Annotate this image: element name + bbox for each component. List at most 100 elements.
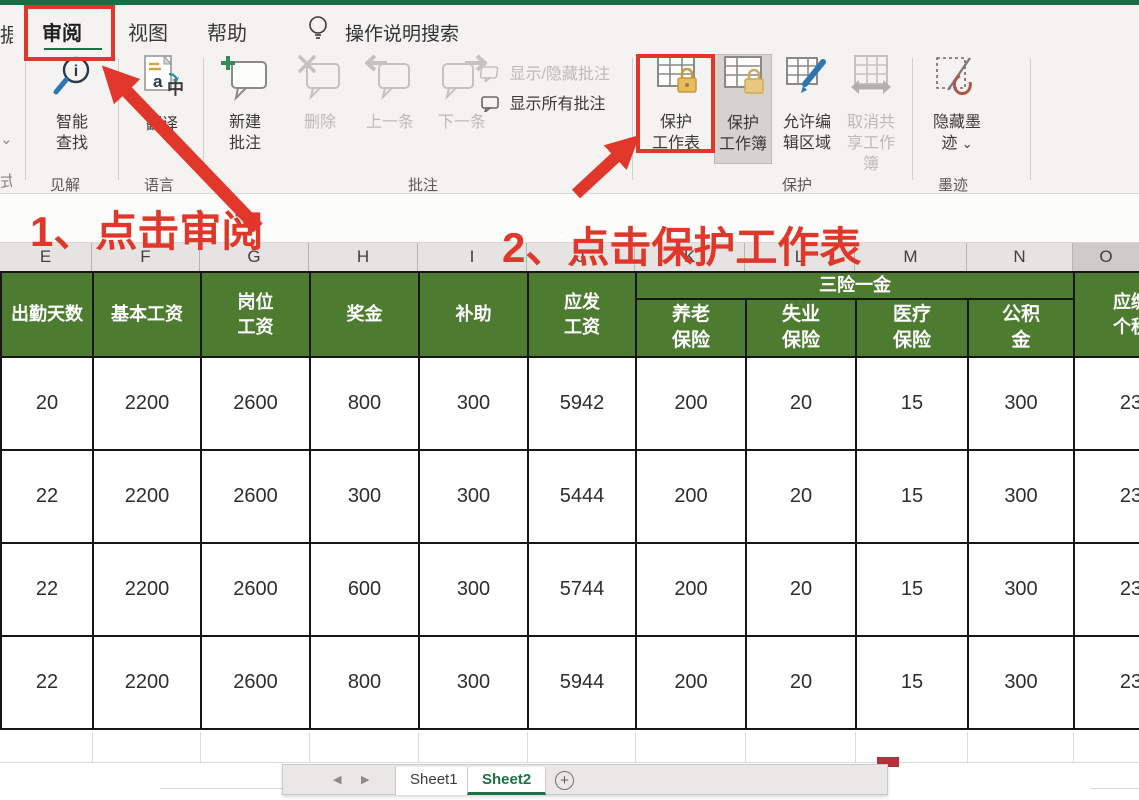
sheet-tab-sheet1[interactable]: Sheet1 bbox=[395, 767, 473, 795]
cell[interactable]: 22 bbox=[1, 450, 93, 543]
cell[interactable]: 2200 bbox=[93, 543, 201, 636]
cell[interactable]: 20 bbox=[746, 357, 856, 450]
header-income-tax[interactable]: 应缴个税 bbox=[1074, 272, 1139, 357]
header-position-salary[interactable]: 岗位工资 bbox=[201, 272, 310, 357]
cell[interactable]: 15 bbox=[856, 357, 968, 450]
cell[interactable]: 5942 bbox=[528, 357, 636, 450]
column-header-M[interactable]: M bbox=[855, 243, 967, 271]
cell[interactable]: 2600 bbox=[201, 450, 310, 543]
sheet-nav-right-icon[interactable]: ▶ bbox=[361, 773, 369, 786]
hide-ink-button[interactable]: 隐藏墨 迹 ⌄ bbox=[922, 54, 992, 154]
cell[interactable]: 300 bbox=[968, 543, 1074, 636]
table-row: 22 2200 2600 300 300 5444 200 20 15 300 … bbox=[1, 450, 1139, 543]
protect-workbook-button[interactable]: 保护 工作簿 bbox=[714, 54, 772, 164]
show-all-comments-button[interactable]: 显示所有批注 bbox=[480, 90, 605, 114]
cell[interactable]: 800 bbox=[310, 357, 419, 450]
sheet-nav-left-icon[interactable]: ◀ bbox=[333, 773, 341, 786]
cell[interactable]: 23 bbox=[1074, 450, 1139, 543]
cell[interactable]: 300 bbox=[968, 636, 1074, 729]
header-bonus[interactable]: 奖金 bbox=[310, 272, 419, 357]
highlight-box-review-tab bbox=[24, 5, 115, 61]
cell[interactable]: 15 bbox=[856, 543, 968, 636]
cell[interactable]: 15 bbox=[856, 636, 968, 729]
header-medical[interactable]: 医疗保险 bbox=[856, 299, 968, 357]
header-gross-pay[interactable]: 应发工资 bbox=[528, 272, 636, 357]
cell[interactable]: 300 bbox=[310, 450, 419, 543]
header-insurance-group[interactable]: 三险一金 bbox=[636, 272, 1074, 299]
group-separator bbox=[1030, 58, 1031, 180]
delete-comment-label: 删除 bbox=[304, 114, 336, 131]
cell[interactable]: 22 bbox=[1, 636, 93, 729]
smart-lookup-icon: i bbox=[32, 54, 112, 108]
cell[interactable]: 2600 bbox=[201, 357, 310, 450]
cell[interactable]: 15 bbox=[856, 450, 968, 543]
cell[interactable]: 2200 bbox=[93, 450, 201, 543]
tell-me-search[interactable]: 操作说明搜索 bbox=[345, 19, 459, 46]
cell[interactable]: 200 bbox=[636, 636, 746, 729]
cell[interactable]: 300 bbox=[419, 450, 528, 543]
add-sheet-button[interactable]: + bbox=[555, 771, 574, 790]
worksheet-grid: 出勤天数 基本工资 岗位工资 奖金 补助 应发工资 三险一金 应缴个税 养老保险… bbox=[0, 271, 1139, 732]
translate-button[interactable]: a中 翻译 bbox=[126, 54, 198, 135]
cell[interactable]: 22 bbox=[1, 543, 93, 636]
new-comment-button[interactable]: 新建 批注 bbox=[212, 54, 278, 154]
cell[interactable]: 800 bbox=[310, 636, 419, 729]
cell[interactable]: 200 bbox=[636, 357, 746, 450]
cell[interactable]: 2600 bbox=[201, 636, 310, 729]
delete-comment-button[interactable]: 删除 bbox=[288, 54, 352, 133]
cell[interactable]: 23 bbox=[1074, 636, 1139, 729]
clipped-tab-fragment: 据 bbox=[0, 19, 13, 48]
cell[interactable]: 200 bbox=[636, 450, 746, 543]
unshare-workbook-label-2: 享工作簿 bbox=[847, 135, 895, 173]
previous-comment-button[interactable]: 上一条 bbox=[356, 54, 424, 133]
smart-lookup-button[interactable]: i 智能 查找 bbox=[32, 54, 112, 154]
ribbon-tab-row: 据 审阅 视图 帮助 操作说明搜索 bbox=[0, 5, 1139, 50]
cell[interactable]: 300 bbox=[968, 450, 1074, 543]
cell[interactable]: 200 bbox=[636, 543, 746, 636]
column-header-N[interactable]: N bbox=[967, 243, 1073, 271]
header-unemployment[interactable]: 失业保险 bbox=[746, 299, 856, 357]
header-pension[interactable]: 养老保险 bbox=[636, 299, 746, 357]
header-base-salary[interactable]: 基本工资 bbox=[93, 272, 201, 357]
cell[interactable]: 300 bbox=[419, 543, 528, 636]
cell[interactable]: 600 bbox=[310, 543, 419, 636]
column-header-H[interactable]: H bbox=[309, 243, 418, 271]
cell[interactable]: 2600 bbox=[201, 543, 310, 636]
cell[interactable]: 300 bbox=[419, 636, 528, 729]
group-label-comments: 批注 bbox=[408, 174, 438, 195]
tab-help[interactable]: 帮助 bbox=[207, 17, 247, 46]
smart-lookup-label-2: 查找 bbox=[56, 135, 88, 152]
allow-edit-ranges-icon bbox=[776, 54, 838, 108]
cell[interactable]: 5444 bbox=[528, 450, 636, 543]
cell[interactable]: 23 bbox=[1074, 543, 1139, 636]
cell[interactable]: 20 bbox=[1, 357, 93, 450]
show-all-comments-icon bbox=[480, 96, 500, 112]
gridline bbox=[745, 732, 746, 762]
unshare-workbook-label-1: 取消共 bbox=[847, 114, 895, 131]
cell[interactable]: 20 bbox=[746, 450, 856, 543]
cell[interactable]: 300 bbox=[968, 357, 1074, 450]
group-label-insights: 见解 bbox=[50, 174, 80, 195]
cell[interactable]: 2200 bbox=[93, 636, 201, 729]
show-all-comments-label: 显示所有批注 bbox=[509, 96, 605, 113]
show-hide-comment-icon bbox=[480, 66, 500, 82]
cell[interactable]: 23 bbox=[1074, 357, 1139, 450]
unshare-workbook-button[interactable]: 取消共 享工作簿 bbox=[840, 54, 902, 175]
next-comment-label: 下一条 bbox=[438, 114, 486, 131]
column-header-O[interactable]: O bbox=[1073, 243, 1139, 271]
cell[interactable]: 300 bbox=[419, 357, 528, 450]
tab-view[interactable]: 视图 bbox=[128, 17, 168, 46]
allow-edit-ranges-button[interactable]: 允许编 辑区域 bbox=[776, 54, 838, 154]
header-subsidy[interactable]: 补助 bbox=[419, 272, 528, 357]
header-housing-fund[interactable]: 公积金 bbox=[968, 299, 1074, 357]
cell[interactable]: 20 bbox=[746, 543, 856, 636]
cell[interactable]: 5944 bbox=[528, 636, 636, 729]
cell[interactable]: 20 bbox=[746, 636, 856, 729]
header-attendance[interactable]: 出勤天数 bbox=[1, 272, 93, 357]
cell[interactable]: 5744 bbox=[528, 543, 636, 636]
allow-edit-ranges-label-2: 辑区域 bbox=[783, 135, 831, 152]
sheet-tab-sheet2[interactable]: Sheet2 bbox=[467, 767, 546, 795]
show-hide-comment-button[interactable]: 显示/隐藏批注 bbox=[480, 60, 610, 84]
gridline bbox=[1073, 732, 1074, 762]
cell[interactable]: 2200 bbox=[93, 357, 201, 450]
